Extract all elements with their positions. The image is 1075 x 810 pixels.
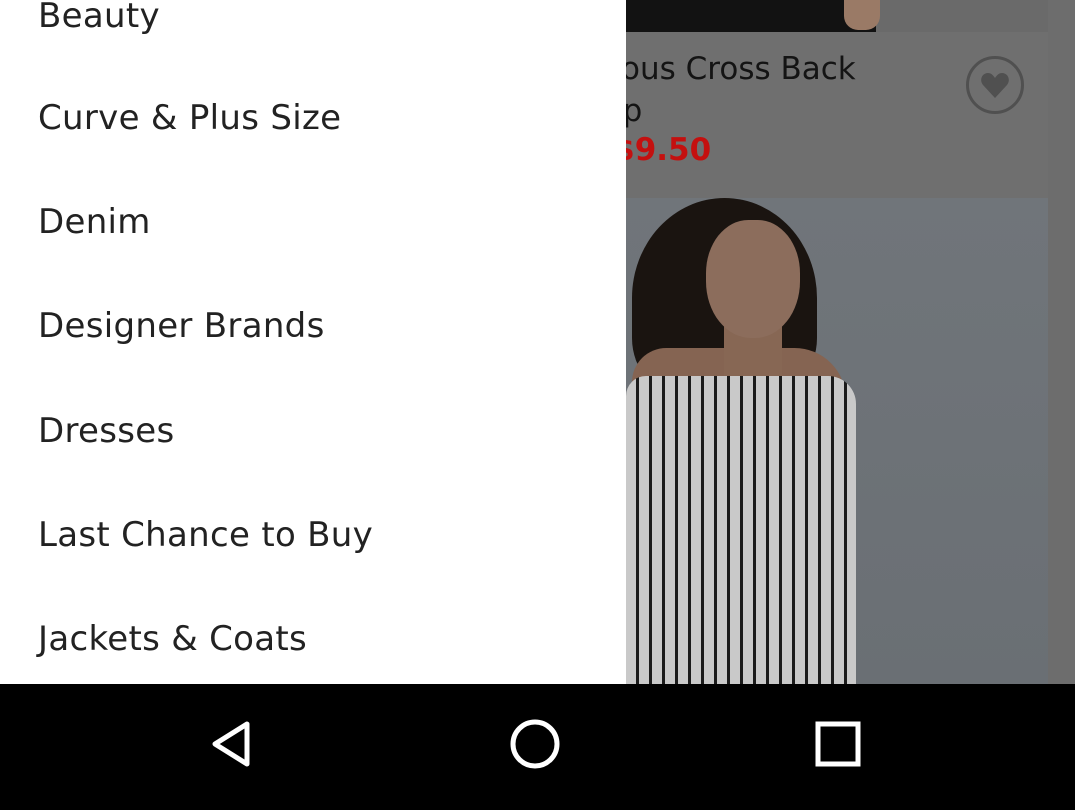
product-name[interactable]: orous Cross Back Top	[590, 48, 910, 132]
back-button[interactable]	[192, 704, 272, 784]
favorite-button[interactable]	[966, 56, 1024, 114]
back-triangle-icon	[212, 721, 250, 767]
recents-button[interactable]	[798, 704, 878, 784]
recents-square-icon	[815, 721, 861, 767]
home-button[interactable]	[495, 704, 575, 784]
drawer-item-dresses[interactable]: Dresses	[38, 411, 175, 451]
drawer-item-designer-brands[interactable]: Designer Brands	[38, 306, 325, 346]
home-circle-icon	[510, 719, 560, 769]
drawer-item-jackets-coats[interactable]: Jackets & Coats	[38, 619, 307, 659]
navigation-drawer: Beauty Curve & Plus Size Denim Designer …	[0, 0, 626, 684]
drawer-item-curve-plus-size[interactable]: Curve & Plus Size	[38, 98, 341, 138]
sale-price: $9.50	[613, 132, 712, 168]
system-navigation-bar	[0, 684, 1075, 810]
heart-icon	[981, 73, 1009, 98]
drawer-item-beauty[interactable]: Beauty	[38, 0, 160, 36]
product-photo[interactable]	[626, 198, 1048, 684]
drawer-item-last-chance-to-buy[interactable]: Last Chance to Buy	[38, 515, 373, 555]
drawer-item-denim[interactable]: Denim	[38, 202, 151, 242]
previous-product-image[interactable]	[626, 0, 1048, 32]
